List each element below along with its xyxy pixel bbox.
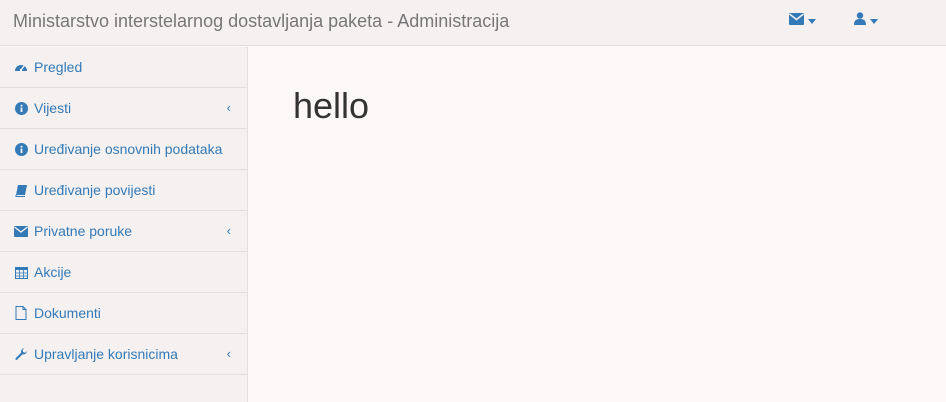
brand-title[interactable]: Ministarstvo interstelarnog dostavljanja… [13,0,509,42]
chevron-left-icon: ‹ [226,346,231,361]
dashboard-icon [14,60,28,74]
sidebar-item-label: Akcije [34,264,72,280]
chevron-down-icon [808,18,816,24]
sidebar-item-uredivanje-povijesti[interactable]: Uređivanje povijesti [0,170,247,211]
sidebar-item-label: Uređivanje osnovnih podataka [34,141,223,157]
top-navbar: Ministarstvo interstelarnog dostavljanja… [0,0,946,46]
sidebar: Pregled Vijesti ‹ Uređivanje osnovnih po… [0,47,248,402]
chevron-down-icon [870,18,878,24]
sidebar-item-label: Uređivanje povijesti [34,182,156,198]
sidebar-item-vijesti[interactable]: Vijesti ‹ [0,88,247,129]
file-icon [14,306,28,320]
info-icon [14,101,28,115]
wrench-icon [14,347,28,361]
sidebar-item-label: Privatne poruke [34,223,133,239]
envelope-icon [14,224,28,238]
chevron-left-icon: ‹ [226,223,231,238]
chevron-left-icon: ‹ [226,100,231,115]
info-icon [14,142,28,156]
sidebar-item-akcije[interactable]: Akcije [0,252,247,293]
user-dropdown[interactable] [854,12,878,30]
page-title: hello [293,85,370,126]
sidebar-item-dokumenti[interactable]: Dokumenti [0,293,247,334]
sidebar-item-pregled[interactable]: Pregled [0,47,247,88]
messages-dropdown[interactable] [789,12,816,30]
sidebar-item-label: Dokumenti [34,305,101,321]
sidebar-item-label: Vijesti [34,100,72,116]
main-content: hello [248,47,946,402]
user-icon [854,12,866,30]
book-icon [14,183,28,197]
envelope-icon [789,12,804,30]
sidebar-item-privatne-poruke[interactable]: Privatne poruke ‹ [0,211,247,252]
sidebar-item-label: Pregled [34,59,83,75]
sidebar-item-uredivanje-osnovnih-podataka[interactable]: Uređivanje osnovnih podataka [0,129,247,170]
calendar-icon [14,265,28,279]
sidebar-item-upravljanje-korisnicima[interactable]: Upravljanje korisnicima ‹ [0,334,247,375]
sidebar-item-label: Upravljanje korisnicima [34,346,178,362]
